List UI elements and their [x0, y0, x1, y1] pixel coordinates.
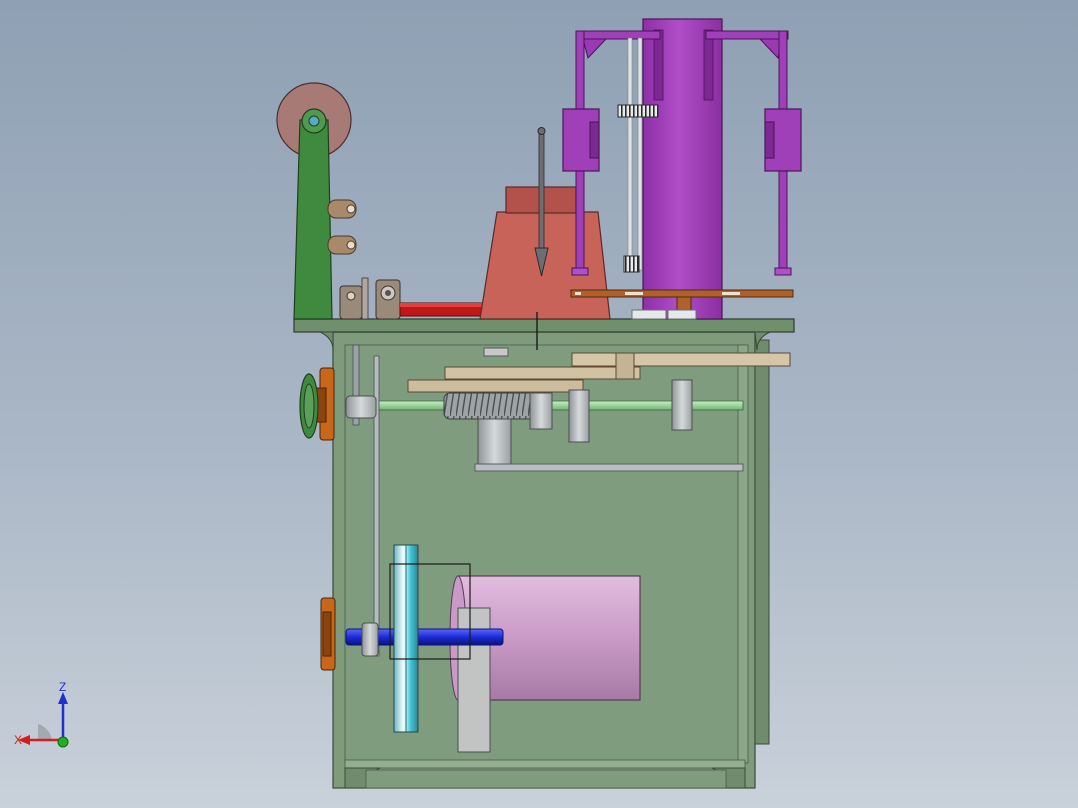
z-axis-label: Z — [59, 682, 66, 694]
worm-gear[interactable] — [443, 392, 545, 420]
lever-brackets — [327, 199, 357, 255]
x-axis-label: X — [14, 733, 22, 747]
support-rail — [474, 463, 744, 472]
machine-assembly-model[interactable] — [0, 0, 1078, 808]
spool-column[interactable] — [642, 18, 723, 320]
origin-dot — [57, 736, 69, 748]
small-pinion[interactable] — [623, 255, 640, 273]
feed-lever-arm[interactable] — [293, 108, 333, 320]
thread-guide-rods — [627, 37, 643, 271]
guide-rollers[interactable] — [339, 277, 401, 320]
cad-viewport[interactable]: Z X — [0, 0, 1078, 808]
drive-pulley[interactable] — [393, 544, 419, 733]
rack-gear[interactable] — [617, 104, 659, 118]
axis-triad: Z X — [14, 682, 69, 748]
lower-flange[interactable] — [320, 597, 336, 671]
triad-arc — [38, 724, 52, 740]
